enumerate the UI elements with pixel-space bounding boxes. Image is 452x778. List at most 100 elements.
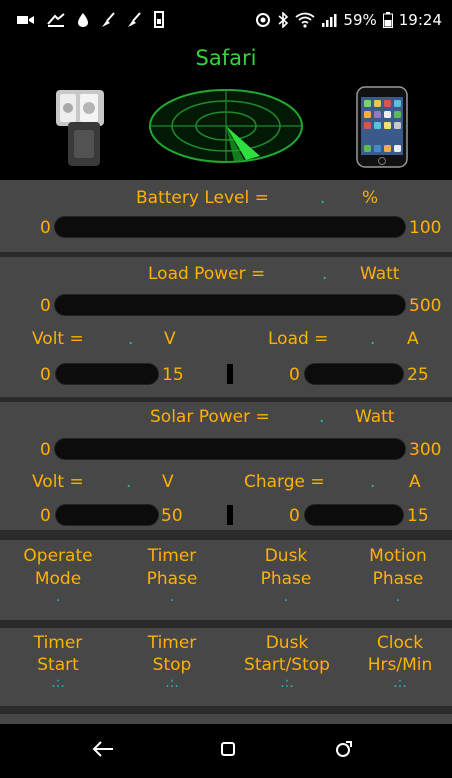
battery-level-label: Battery Level = (136, 188, 269, 208)
notification-icons (16, 11, 166, 28)
timer-phase-cell: Timer Phase . (118, 546, 226, 605)
operate-mode-cell: Operate Mode . (4, 546, 112, 605)
dusk-phase-line2: Phase (260, 569, 312, 589)
home-button[interactable] (215, 738, 241, 764)
system-status: 59% 19:24 (255, 11, 442, 29)
battery-max-label: 100 (409, 218, 442, 238)
operate-mode-line2: Mode (34, 569, 82, 589)
solar-charge-label: Charge = (244, 472, 325, 492)
lamp-device-icon (52, 88, 110, 168)
divider-mark (227, 505, 233, 525)
battery-min-label: 0 (40, 218, 51, 238)
dusk-phase-cell: Dusk Phase . (232, 546, 340, 605)
load-volt-label: Volt = (32, 329, 84, 349)
timer-panel: Timer Start .:. Timer Stop .:. Dusk Star… (0, 628, 452, 706)
solar-volt-label: Volt = (32, 472, 84, 492)
clock-line1: Clock (376, 633, 424, 653)
timer-stop-value: .:. (165, 675, 179, 691)
motion-phase-line1: Motion (369, 546, 427, 566)
dusk-start-stop-cell[interactable]: Dusk Start/Stop .:. (226, 633, 348, 691)
status-bar: 59% 19:24 (0, 0, 452, 38)
solar-power-max: 300 (409, 440, 442, 460)
solar-volt-bar (55, 504, 159, 526)
clock-line2: Hrs/Min (367, 655, 433, 675)
clock: 19:24 (398, 11, 442, 29)
divider (0, 706, 452, 714)
navigation-bar (0, 724, 452, 778)
timer-stop-line1: Timer (147, 633, 197, 653)
motion-phase-line2: Phase (372, 569, 424, 589)
recents-button[interactable] (331, 738, 357, 764)
timer-phase-value: . (169, 589, 175, 605)
load-amp-min: 0 (289, 365, 300, 385)
dusk-phase-value: . (283, 589, 289, 605)
dusk-phase-line1: Dusk (264, 546, 308, 566)
operate-mode-line1: Operate (23, 546, 93, 566)
solar-volt-min: 0 (40, 506, 51, 526)
load-panel: Load Power = . Watt 0 500 Volt = . V Loa… (0, 257, 452, 397)
timer-phase-line1: Timer (147, 546, 197, 566)
dusk-start-stop-value: .:. (280, 675, 294, 691)
page-title: Safari (195, 46, 257, 70)
load-amp-bar (304, 363, 404, 385)
solar-charge-max: 15 (407, 506, 429, 526)
radar-icon (146, 88, 306, 166)
motion-phase-cell: Motion Phase . (344, 546, 452, 605)
solar-charge-min: 0 (289, 506, 300, 526)
app-header: Safari (0, 38, 452, 178)
solar-power-unit: Watt (355, 407, 395, 427)
solar-power-label: Solar Power = (150, 407, 270, 427)
clock-cell[interactable]: Clock Hrs/Min .:. (348, 633, 452, 691)
load-power-value: . (322, 264, 328, 284)
broom-icon (126, 11, 142, 28)
solar-volt-value: . (126, 472, 132, 492)
timer-start-value: .:. (51, 675, 65, 691)
battery-level-unit: % (362, 188, 379, 208)
timer-phase-line2: Phase (146, 569, 198, 589)
load-amp-max: 25 (407, 365, 429, 385)
bottom-strip (0, 714, 452, 724)
load-power-max: 500 (409, 296, 442, 316)
motion-phase-value: . (395, 589, 401, 605)
timer-start-cell[interactable]: Timer Start .:. (4, 633, 112, 691)
solar-volt-unit: V (162, 472, 174, 492)
load-amp-value: . (370, 329, 376, 349)
solar-power-value: . (319, 407, 325, 427)
battery-level-value: . (320, 188, 326, 208)
recents-icon (334, 739, 354, 763)
solar-panel: Solar Power = . Watt 0 300 Volt = . V Ch… (0, 402, 452, 530)
timer-start-line1: Timer (33, 633, 83, 653)
load-power-bar (54, 294, 406, 316)
solar-power-bar (54, 438, 406, 460)
divider (0, 530, 452, 540)
solar-charge-unit: A (409, 472, 421, 492)
battery-percent: 59% (343, 11, 377, 29)
solar-charge-bar (304, 504, 404, 526)
home-square-icon (220, 741, 236, 761)
divider (0, 620, 452, 628)
phone-device-icon (356, 86, 408, 168)
clock-value: .:. (393, 675, 407, 691)
operate-mode-value: . (55, 589, 61, 605)
load-power-label: Load Power = (148, 264, 266, 284)
solar-charge-value: . (370, 472, 376, 492)
app-notification-icon (46, 12, 66, 28)
load-volt-unit: V (164, 329, 176, 349)
load-power-min: 0 (40, 296, 51, 316)
timer-stop-cell[interactable]: Timer Stop .:. (118, 633, 226, 691)
timer-stop-line2: Stop (152, 655, 192, 675)
app-notification-icon (76, 12, 90, 28)
load-power-unit: Watt (360, 264, 400, 284)
timer-start-line2: Start (37, 655, 79, 675)
load-amp-label: Load = (268, 329, 329, 349)
load-volt-value: . (128, 329, 134, 349)
battery-panel: Battery Level = . % 0 100 (0, 180, 452, 252)
battery-icon (382, 12, 393, 28)
load-volt-bar (55, 363, 159, 385)
wifi-icon (295, 12, 315, 28)
location-icon (255, 12, 271, 28)
back-button[interactable] (90, 738, 116, 764)
storage-icon (152, 11, 166, 28)
bluetooth-icon (277, 12, 289, 28)
dusk-start-stop-line1: Dusk (265, 633, 309, 653)
